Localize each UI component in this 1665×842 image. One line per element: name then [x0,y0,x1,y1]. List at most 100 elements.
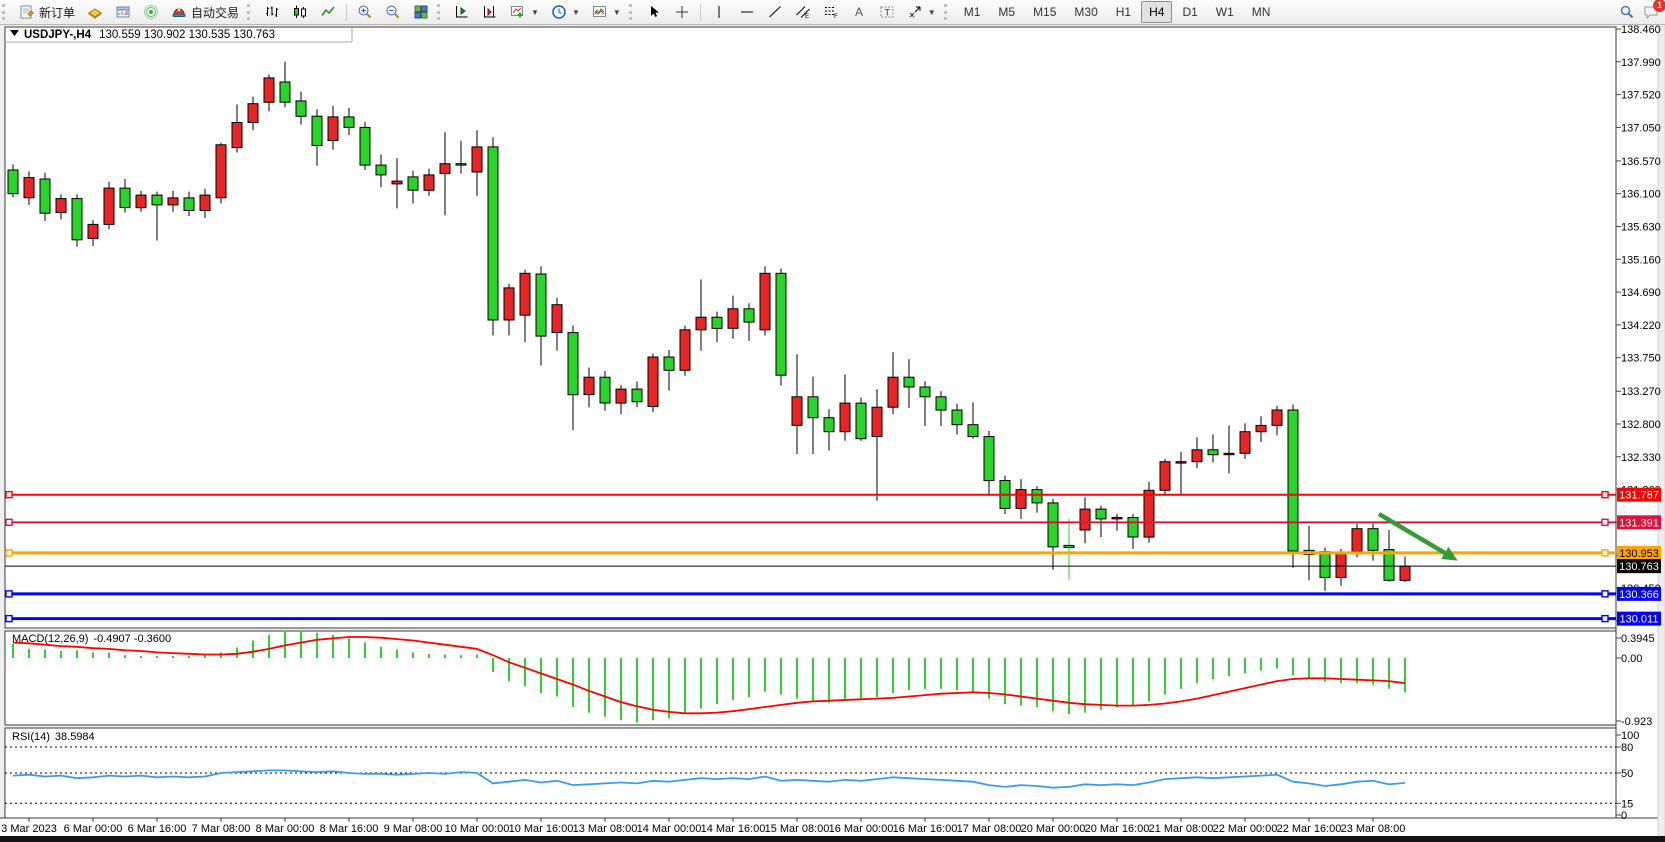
gold-tool-button[interactable] [81,0,109,24]
market-watch-button[interactable] [109,0,137,24]
candle-body [856,403,866,439]
toolbar-grip[interactable] [629,4,636,20]
indicators-icon [510,4,526,20]
candle-body [280,82,290,102]
candle-body [1064,545,1074,547]
zoom-out-button[interactable] [379,0,407,24]
clock-icon [551,4,567,20]
date-tick-label: 17 Mar 08:00 [957,823,1022,835]
candle-body [680,330,690,371]
line-handle[interactable] [1602,591,1608,597]
candle-body [1208,450,1218,455]
line-handle[interactable] [6,492,12,498]
price-tick-label: 136.570 [1621,156,1661,168]
line-handle[interactable] [6,591,12,597]
timeframe-d1[interactable]: D1 [1174,1,1205,23]
date-tick-label: 6 Mar 16:00 [128,823,187,835]
auto-scroll-button[interactable] [448,0,476,24]
candle-body [408,177,418,190]
templates-button[interactable]: ▼ [586,0,627,24]
arrows-icon [907,4,923,20]
text-label-tool-button[interactable]: T [873,0,901,24]
candle-body [632,389,642,402]
crosshair-button[interactable] [668,0,696,24]
text-tool-button[interactable]: A [845,0,873,24]
timeframe-m1[interactable]: M1 [956,1,989,23]
notifications-button[interactable]: 1 [1643,4,1659,20]
line-handle[interactable] [6,616,12,622]
candle-body [536,274,546,336]
candle-body [472,147,482,172]
cursor-icon [646,4,662,20]
macd-tick-label: 0.3945 [1621,633,1655,645]
candle-body [760,273,770,330]
price-tick-label: 138.460 [1621,24,1661,36]
price-line-label-text: 131.391 [1619,517,1659,529]
zoom-in-button[interactable] [351,0,379,24]
candle-body [296,101,306,116]
chart-canvas[interactable]: 138.460137.990137.520137.050136.570136.1… [0,0,1665,842]
candle-body [360,127,370,165]
date-tick-label: 10 Mar 16:00 [509,823,574,835]
date-tick-label: 22 Mar 16:00 [1277,823,1342,835]
toolbar-grip[interactable] [2,4,9,20]
candle-body [920,387,930,397]
timeframe-mn[interactable]: MN [1244,1,1279,23]
price-line-label-text: 130.366 [1619,589,1659,601]
line-handle[interactable] [6,550,12,556]
candle-body [200,195,210,210]
candle-body [1032,490,1042,503]
fibonacci-tool-button[interactable]: F [817,0,845,24]
candlestick-chart-icon [292,4,308,20]
timeframe-m5[interactable]: M5 [990,1,1023,23]
timeframe-h4[interactable]: H4 [1141,1,1172,23]
bottom-edge-strip [0,836,1665,842]
line-handle[interactable] [6,519,12,525]
timeframe-m15[interactable]: M15 [1025,1,1064,23]
candle-body [1240,432,1250,454]
horizontal-line-tool-button[interactable] [733,0,761,24]
candle-body [1400,566,1410,580]
timeframe-m30[interactable]: M30 [1066,1,1105,23]
price-tick-label: 132.330 [1621,452,1661,464]
date-tick-label: 10 Mar 00:00 [445,823,510,835]
cursor-button[interactable] [640,0,668,24]
bar-chart-icon [264,4,280,20]
date-tick-label: 22 Mar 00:00 [1213,823,1278,835]
candle-body [968,425,978,437]
toolbar-grip[interactable] [944,4,951,20]
line-handle[interactable] [1602,616,1608,622]
chart-shift-button[interactable] [476,0,504,24]
search-icon[interactable] [1619,4,1635,20]
arrows-tool-button[interactable]: ▼ [901,0,942,24]
trendline-tool-button[interactable] [761,0,789,24]
date-tick-label: 8 Mar 16:00 [320,823,379,835]
vertical-line-tool-button[interactable] [705,0,733,24]
macd-tick-label: -0.923 [1621,716,1652,728]
line-chart-type-button[interactable] [314,0,342,24]
candle-body [184,198,194,211]
indicators-button[interactable]: ▼ [504,0,545,24]
line-handle[interactable] [1602,519,1608,525]
current-price-label-text: 130.763 [1619,561,1659,573]
macd-pane[interactable] [5,631,1616,725]
toolbar-grip[interactable] [437,4,444,20]
auto-trading-button[interactable]: 自动交易 [165,0,245,24]
line-handle[interactable] [1602,550,1608,556]
candle-body [552,305,562,333]
tile-windows-button[interactable] [407,0,435,24]
toolbar-grip[interactable] [247,4,254,20]
candle-body [648,357,658,407]
timeframe-h1[interactable]: H1 [1108,1,1139,23]
svg-text:F: F [834,14,838,20]
equidistant-channel-tool-button[interactable]: E [789,0,817,24]
signals-button[interactable] [137,0,165,24]
new-order-button[interactable]: 新订单 [13,0,81,24]
timeframe-w1[interactable]: W1 [1208,1,1242,23]
periods-button[interactable]: ▼ [545,0,586,24]
candlestick-chart-type-button[interactable] [286,0,314,24]
line-handle[interactable] [1602,492,1608,498]
zoom-in-icon [357,4,373,20]
bar-chart-type-button[interactable] [258,0,286,24]
date-tick-label: 6 Mar 00:00 [64,823,123,835]
